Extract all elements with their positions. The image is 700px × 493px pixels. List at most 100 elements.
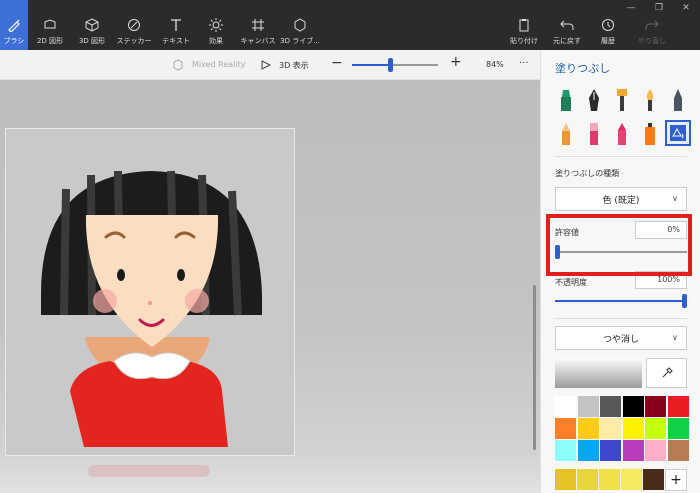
restore-icon[interactable]: ❐ [650, 2, 668, 14]
panel-title: 塗りつぶし [555, 62, 611, 75]
undo-icon [560, 20, 574, 30]
tool-label: テキスト [162, 37, 190, 45]
pixel-pen-icon[interactable] [671, 88, 685, 112]
palette-swatch[interactable] [645, 440, 666, 461]
palette-swatch[interactable] [622, 396, 644, 417]
opacity-slider[interactable] [555, 294, 687, 308]
palette-swatch[interactable] [667, 440, 689, 461]
panel-divider [555, 156, 687, 157]
history-icon [602, 19, 614, 31]
tool-label: 3D ライブ... [280, 37, 320, 45]
view-3d-label[interactable]: 3D 表示 [279, 60, 309, 71]
custom-color-swatch[interactable] [643, 469, 664, 490]
palette-swatch[interactable] [622, 418, 644, 439]
vertical-scrollbar[interactable] [533, 285, 536, 450]
tool-label: 2D 図形 [36, 37, 64, 45]
canvas-icon [252, 19, 264, 31]
girl-illustration [41, 170, 262, 447]
palette-swatch[interactable] [645, 418, 666, 439]
undo-label: 元に戻す [553, 37, 581, 45]
add-color-button[interactable]: + [665, 469, 687, 491]
palette-swatch[interactable] [622, 440, 644, 461]
tool-canvas[interactable]: キャンバス [236, 0, 280, 50]
opacity-value: 100% [657, 275, 680, 284]
opacity-label: 不透明度 [555, 278, 587, 287]
canvas-sheet[interactable] [5, 128, 295, 456]
opacity-fill [555, 300, 687, 302]
history-label: 履歴 [601, 37, 615, 45]
palette-swatch[interactable] [645, 396, 666, 417]
more-options-button[interactable]: ··· [519, 58, 529, 69]
3d-library-icon [294, 18, 306, 32]
palette-swatch[interactable] [600, 396, 621, 417]
canvas-shadow [88, 465, 210, 477]
spray-can-icon[interactable] [643, 122, 657, 146]
mixed-reality-icon[interactable] [172, 59, 184, 71]
history-button[interactable]: 履歴 [592, 0, 624, 50]
custom-color-swatch[interactable] [577, 469, 598, 490]
zoom-slider[interactable] [352, 58, 438, 72]
eyedropper-icon [662, 367, 673, 378]
effects-icon [209, 18, 223, 32]
palette-swatch[interactable] [577, 418, 599, 439]
eraser-icon[interactable] [587, 122, 601, 146]
3d-shapes-icon [85, 18, 99, 32]
tool-3d-library[interactable]: 3D ライブ... [280, 0, 320, 50]
minimize-icon[interactable]: — [622, 2, 640, 14]
calligraphy-pen-icon[interactable] [587, 88, 601, 112]
tool-brushes[interactable]: ブラシ [0, 0, 28, 50]
palette-swatch[interactable] [555, 418, 576, 439]
brush-icon [8, 19, 20, 32]
redo-icon [645, 20, 659, 30]
zoom-out-button[interactable]: − [331, 55, 343, 71]
text-icon [171, 19, 181, 31]
marker-brush-icon[interactable] [559, 88, 573, 112]
finish-dropdown[interactable]: つや消し ∨ [555, 326, 687, 350]
paste-label: 貼り付け [510, 37, 538, 45]
fill-tool-button[interactable] [665, 120, 691, 146]
crayon-icon[interactable] [615, 122, 629, 146]
canvas-area[interactable] [0, 80, 540, 493]
panel-divider [555, 318, 687, 319]
eyedropper-button[interactable] [646, 358, 687, 388]
custom-color-swatch[interactable] [621, 469, 642, 490]
opacity-thumb[interactable] [682, 294, 687, 308]
mixed-reality-label[interactable]: Mixed Reality [192, 60, 246, 69]
custom-color-swatch[interactable] [555, 469, 576, 490]
palette-swatch[interactable] [667, 418, 689, 439]
paste-button[interactable]: 貼り付け [508, 0, 540, 50]
undo-button[interactable]: 元に戻す [551, 0, 583, 50]
palette-swatch[interactable] [600, 440, 621, 461]
palette-swatch[interactable] [577, 396, 599, 417]
palette-swatch[interactable] [555, 396, 576, 417]
view-3d-icon[interactable] [260, 59, 272, 71]
paint-3d-window: ブラシ 2D 図形 3D 図形 ステッカー テキスト 効果 キャンバス 3D ラ… [0, 0, 700, 493]
zoom-thumb[interactable] [387, 58, 393, 72]
tool-3d-shapes[interactable]: 3D 図形 [72, 0, 112, 50]
tool-label: キャンバス [240, 37, 276, 45]
close-icon[interactable]: ✕ [677, 2, 695, 14]
custom-color-swatch[interactable] [599, 469, 620, 490]
tool-effects[interactable]: 効果 [196, 0, 236, 50]
palette-swatch[interactable] [577, 440, 599, 461]
oil-brush-icon[interactable] [615, 88, 629, 112]
palette-swatch[interactable] [600, 418, 621, 439]
tool-text[interactable]: テキスト [156, 0, 196, 50]
main-toolbar: ブラシ 2D 図形 3D 図形 ステッカー テキスト 効果 キャンバス 3D ラ… [0, 0, 700, 50]
zoom-in-button[interactable]: + [450, 54, 462, 70]
tolerance-highlight-box [546, 214, 692, 276]
watercolor-icon[interactable] [643, 88, 657, 112]
zoom-fill [352, 64, 390, 66]
finish-value: つや消し [602, 334, 639, 345]
palette-swatch[interactable] [555, 440, 576, 461]
tool-label: ブラシ [3, 37, 25, 45]
tool-stickers[interactable]: ステッカー [114, 0, 154, 50]
palette-swatch[interactable] [667, 396, 689, 417]
tool-2d-shapes[interactable]: 2D 図形 [30, 0, 70, 50]
sticker-icon [128, 19, 140, 31]
current-color-swatch[interactable] [555, 358, 642, 388]
fill-type-dropdown[interactable]: 色 (既定) ∨ [555, 187, 687, 211]
pencil-icon[interactable] [559, 122, 573, 146]
redo-label: やり直し [638, 37, 666, 45]
paste-icon [519, 19, 529, 32]
